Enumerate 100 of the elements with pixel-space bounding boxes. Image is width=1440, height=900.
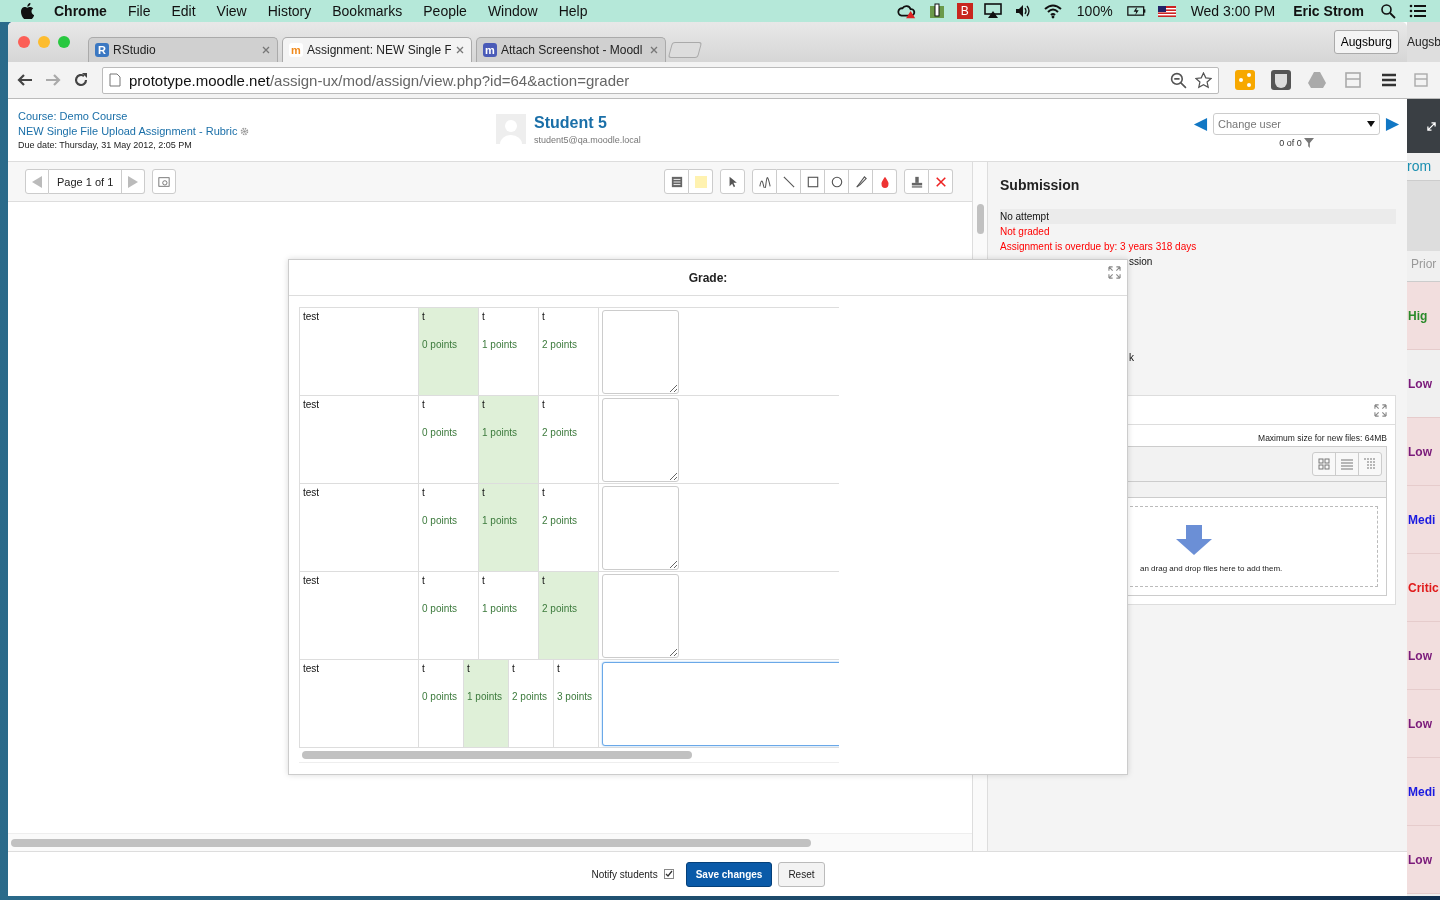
notify-checkbox[interactable] <box>663 869 674 879</box>
select-tool-button[interactable] <box>720 169 745 194</box>
address-bar[interactable]: prototype.moodle.net/assign-ux/mod/assign/view.php?id=64&action=grader <box>102 66 1219 94</box>
right-triangle-icon <box>127 175 140 188</box>
close-icon[interactable] <box>455 45 465 55</box>
submission-status: Assignment is overdue by: 3 years 318 days <box>1000 240 1198 254</box>
criterion-description: test <box>299 484 419 571</box>
priority-cell: Hig <box>1407 308 1428 323</box>
color-picker-button[interactable] <box>689 169 713 194</box>
color-swatch-icon <box>694 175 707 188</box>
priority-cell: Low <box>1407 444 1432 459</box>
notify-students-label: Notify students <box>591 868 658 880</box>
url-text: prototype.moodle.net/assign-ux/mod/assign/view.php?id=64&action=grader <box>129 71 631 89</box>
rubric-level[interactable]: t 1 points <box>479 308 539 395</box>
remark-field[interactable] <box>602 662 839 746</box>
browser-tab[interactable]: m Assignment: NEW Single F <box>282 37 472 62</box>
cloud-icon[interactable] <box>896 3 917 19</box>
down-arrow-icon <box>1176 525 1212 555</box>
rubric-level[interactable]: t 0 points <box>419 308 479 395</box>
stamp-tool-button[interactable] <box>904 169 929 194</box>
rubric-level[interactable]: t 3 points <box>554 660 599 747</box>
student-email: student5@qa.moodle.local <box>534 135 641 145</box>
reload-icon[interactable] <box>72 71 90 89</box>
page-selector[interactable]: Page 1 of 1 <box>49 169 123 194</box>
rubric-level[interactable]: t 1 points <box>479 484 539 571</box>
menu-item[interactable]: Help <box>558 3 588 19</box>
oval-tool-button[interactable] <box>825 169 849 194</box>
rubric-level[interactable]: t 2 points <box>509 660 554 747</box>
menu-item[interactable]: View <box>216 3 247 19</box>
apple-icon[interactable] <box>20 3 34 19</box>
remark-field[interactable] <box>602 398 679 482</box>
battery-icon[interactable] <box>1126 3 1147 19</box>
airplay-icon[interactable] <box>982 3 1003 19</box>
remark-field[interactable] <box>602 574 679 658</box>
stamp-icon <box>910 175 923 188</box>
close-icon[interactable] <box>649 45 659 55</box>
drive-icon[interactable] <box>1307 70 1327 90</box>
rubric-level[interactable]: t 0 points <box>419 572 479 659</box>
app-menu[interactable]: Chrome <box>54 3 107 19</box>
priority-cell: Low <box>1407 852 1432 867</box>
rubric-level[interactable]: t 1 points <box>464 660 509 747</box>
next-user-icon[interactable] <box>1385 116 1400 132</box>
reset-button[interactable]: Reset <box>778 861 825 887</box>
rubric-level[interactable]: t 2 points <box>539 308 599 395</box>
horizontal-scrollbar[interactable] <box>299 748 839 763</box>
rubric-level[interactable]: t 2 points <box>539 396 599 483</box>
profile-button[interactable]: Augsburg <box>1333 30 1399 54</box>
save-button[interactable]: Save changes <box>685 861 773 887</box>
comment-tool-button[interactable] <box>664 169 689 194</box>
submission-status: No attempt <box>1000 209 1396 224</box>
rubric-level[interactable]: t 1 points <box>479 396 539 483</box>
extension-icon[interactable] <box>1271 70 1291 90</box>
rubric-level[interactable]: t 2 points <box>539 572 599 659</box>
page-icon <box>109 73 121 87</box>
rectangle-tool-button[interactable] <box>801 169 825 194</box>
menu-item[interactable]: History <box>267 3 312 19</box>
student-name[interactable]: Student 5 <box>534 114 641 132</box>
remark-field[interactable] <box>602 310 679 394</box>
delete-tool-button[interactable] <box>929 169 953 194</box>
menu-item[interactable]: Window <box>487 3 538 19</box>
search-comments-button[interactable] <box>152 169 177 194</box>
max-size-note: Maximum size for new files: 64MB <box>1258 432 1388 443</box>
change-user-select[interactable]: Change user <box>1213 113 1380 135</box>
line-icon <box>782 175 795 188</box>
menu-item[interactable]: Edit <box>171 3 196 19</box>
menu-item[interactable]: People <box>423 3 467 19</box>
assignment-link[interactable]: NEW Single File Upload Assignment - Rubric <box>18 125 238 137</box>
browser-tab[interactable]: R RStudio <box>88 37 278 62</box>
tree-icon <box>1364 458 1376 470</box>
settings-icon[interactable] <box>240 126 250 136</box>
status-badge[interactable]: B <box>956 3 973 19</box>
user-name[interactable]: Eric Strom <box>1293 3 1364 19</box>
remark-field[interactable] <box>602 486 679 570</box>
menu-item[interactable]: File <box>127 3 151 19</box>
list-icon[interactable] <box>1408 3 1428 19</box>
zoom-out-icon[interactable] <box>1170 71 1187 89</box>
course-link[interactable]: Course: Demo Course <box>18 110 496 122</box>
browser-tab[interactable]: m Attach Screenshot - Moodl <box>476 37 666 62</box>
rubric-level[interactable]: t 2 points <box>539 484 599 571</box>
highlight-tool-button[interactable] <box>849 169 873 194</box>
priority-cell: Low <box>1407 376 1432 391</box>
color-drop-button[interactable] <box>873 169 897 194</box>
search-icon[interactable] <box>1378 3 1398 19</box>
wifi-icon[interactable] <box>1042 3 1063 19</box>
menu-item[interactable]: Bookmarks <box>332 3 403 19</box>
list-icon <box>1341 458 1353 470</box>
close-window-button[interactable] <box>18 36 30 48</box>
horizontal-scrollbar[interactable] <box>8 833 972 851</box>
close-icon[interactable] <box>261 45 271 55</box>
criterion-description: test <box>299 396 419 483</box>
star-icon[interactable] <box>1195 71 1212 89</box>
menubar-clock[interactable]: Wed 3:00 PM <box>1190 3 1276 19</box>
caret-icon <box>1367 121 1375 127</box>
feedback-text: k <box>1128 351 1135 365</box>
pen-tool-button[interactable] <box>752 169 777 194</box>
previous-user-icon[interactable] <box>1193 116 1208 132</box>
left-triangle-icon <box>31 175 43 188</box>
flag-icon[interactable] <box>1156 3 1177 19</box>
filter-icon[interactable] <box>1303 138 1314 148</box>
scribble-icon <box>758 175 771 188</box>
